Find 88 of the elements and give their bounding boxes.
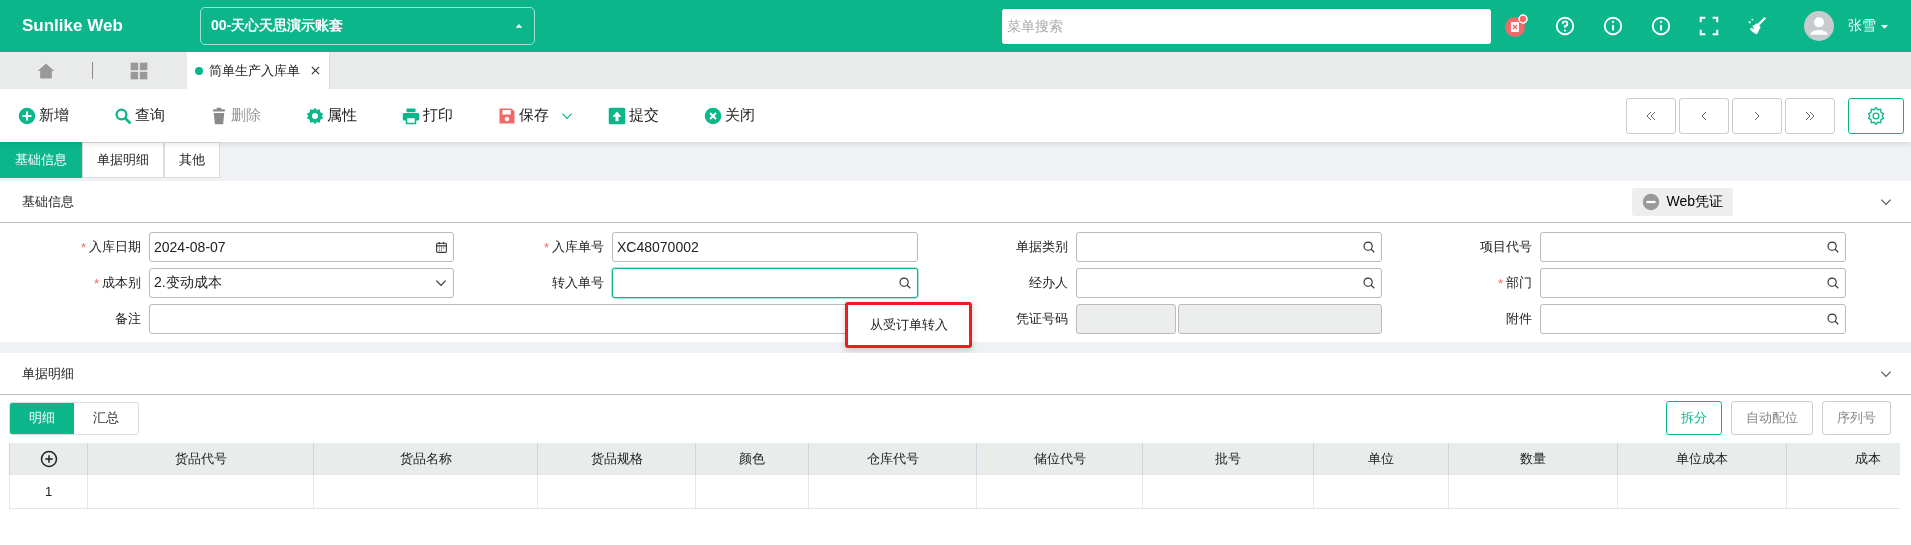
pager-button[interactable] bbox=[1679, 97, 1729, 134]
document-tab[interactable]: 简单生产入库单 bbox=[187, 52, 330, 89]
add-icon bbox=[18, 106, 36, 125]
column-header: 货品名称 bbox=[399, 450, 452, 466]
search-icon bbox=[1362, 240, 1376, 254]
input-field[interactable]: XC48070002 bbox=[612, 232, 918, 262]
field-label: * 入库单号 bbox=[543, 238, 605, 257]
close-icon bbox=[704, 106, 722, 125]
calendar-icon bbox=[435, 240, 448, 254]
column-header: 货品规格 bbox=[590, 450, 643, 466]
field-label: 附件 bbox=[1506, 310, 1533, 328]
avatar-icon bbox=[1804, 11, 1834, 41]
field-label: 单据类别 bbox=[1016, 238, 1069, 256]
form-tab[interactable]: 其他 bbox=[164, 142, 220, 178]
toolbar-button[interactable]: 关闭 bbox=[702, 98, 798, 133]
settings-button[interactable] bbox=[1848, 97, 1904, 134]
fullscreen-icon bbox=[1698, 15, 1720, 37]
input-field[interactable] bbox=[1178, 304, 1382, 334]
search-icon bbox=[114, 106, 132, 125]
section-title: 基础信息 bbox=[22, 192, 75, 211]
column-header: 数量 bbox=[1520, 450, 1546, 466]
select-field[interactable]: 2.变动成本 bbox=[149, 268, 454, 298]
search-icon bbox=[1826, 312, 1840, 326]
required-mark: * bbox=[80, 239, 86, 255]
lookup-field[interactable] bbox=[1076, 268, 1382, 298]
tab-dot-icon bbox=[195, 66, 203, 75]
column-header: 货品代号 bbox=[174, 450, 227, 466]
toolbar-button[interactable]: 查询 bbox=[112, 98, 208, 133]
column-header: 单位 bbox=[1368, 450, 1394, 466]
lookup-field[interactable] bbox=[612, 268, 918, 298]
broom-icon bbox=[1746, 15, 1768, 37]
column-header: 储位代号 bbox=[1033, 450, 1086, 466]
trash-icon bbox=[210, 106, 228, 125]
upload-icon bbox=[608, 106, 626, 125]
caret-up-icon bbox=[514, 21, 524, 31]
info-icon bbox=[1650, 15, 1672, 37]
column-header: 仓库代号 bbox=[866, 450, 919, 466]
toolbar-button[interactable]: 新增 bbox=[16, 98, 112, 133]
field-label: * 入库日期 bbox=[80, 238, 142, 257]
search-icon bbox=[898, 276, 912, 290]
field-label: 经办人 bbox=[1029, 274, 1069, 292]
column-header: 单位成本 bbox=[1676, 450, 1728, 466]
gear-icon bbox=[306, 106, 324, 125]
voucher-button[interactable]: Web凭证 bbox=[1632, 187, 1733, 216]
toolbar-button[interactable]: 打印 bbox=[400, 98, 496, 133]
lookup-field[interactable] bbox=[1076, 232, 1382, 262]
close-icon bbox=[310, 65, 321, 76]
search-field[interactable]: 菜单搜索 bbox=[1002, 8, 1491, 44]
menu-item[interactable]: 从受订单转入 bbox=[865, 314, 952, 336]
field-label: 项目代号 bbox=[1480, 238, 1533, 256]
pager-button[interactable] bbox=[1732, 97, 1782, 134]
lookup-field[interactable] bbox=[1540, 232, 1846, 262]
app-logo: Sunlike Web bbox=[22, 16, 124, 36]
settings-icon bbox=[1866, 105, 1886, 126]
input-field[interactable] bbox=[1076, 304, 1176, 334]
required-mark: * bbox=[543, 239, 549, 255]
field-label: * 部门 bbox=[1497, 274, 1533, 293]
sub-tab[interactable]: 汇总 bbox=[74, 402, 138, 434]
toolbar-button[interactable]: 保存 bbox=[496, 98, 606, 133]
minus-circle-icon bbox=[1642, 192, 1661, 211]
search-icon bbox=[1362, 276, 1376, 290]
column-header: 颜色 bbox=[739, 450, 765, 466]
grid-icon bbox=[129, 60, 149, 81]
field-label: 凭证号码 bbox=[1016, 310, 1069, 328]
required-mark: * bbox=[1497, 275, 1503, 291]
section-title: 单据明细 bbox=[22, 364, 75, 383]
add-row-icon bbox=[39, 449, 58, 468]
search-icon bbox=[1826, 240, 1840, 254]
column-header: 批号 bbox=[1215, 450, 1241, 466]
lookup-field[interactable] bbox=[1540, 268, 1846, 298]
row-number: 1 bbox=[44, 484, 53, 499]
date-field[interactable]: 2024-08-07 bbox=[149, 232, 454, 262]
pager-button[interactable] bbox=[1626, 97, 1676, 134]
info-icon bbox=[1602, 15, 1624, 37]
search-icon bbox=[1826, 276, 1840, 290]
toolbar-button[interactable]: 属性 bbox=[304, 98, 400, 133]
pager-button[interactable] bbox=[1785, 97, 1835, 134]
field-label: 备注 bbox=[115, 310, 142, 328]
clipboard-icon bbox=[1504, 14, 1528, 38]
required-mark: * bbox=[93, 275, 99, 291]
toolbar-button[interactable]: 提交 bbox=[606, 98, 702, 133]
column-header: 成本 bbox=[1854, 450, 1881, 466]
help-icon bbox=[1554, 15, 1576, 37]
form-tab[interactable]: 单据明细 bbox=[82, 142, 164, 178]
field-label: * 成本别 bbox=[93, 274, 142, 293]
lookup-field[interactable] bbox=[1540, 304, 1846, 334]
field-label: 转入单号 bbox=[552, 274, 605, 292]
printer-icon bbox=[402, 106, 420, 125]
